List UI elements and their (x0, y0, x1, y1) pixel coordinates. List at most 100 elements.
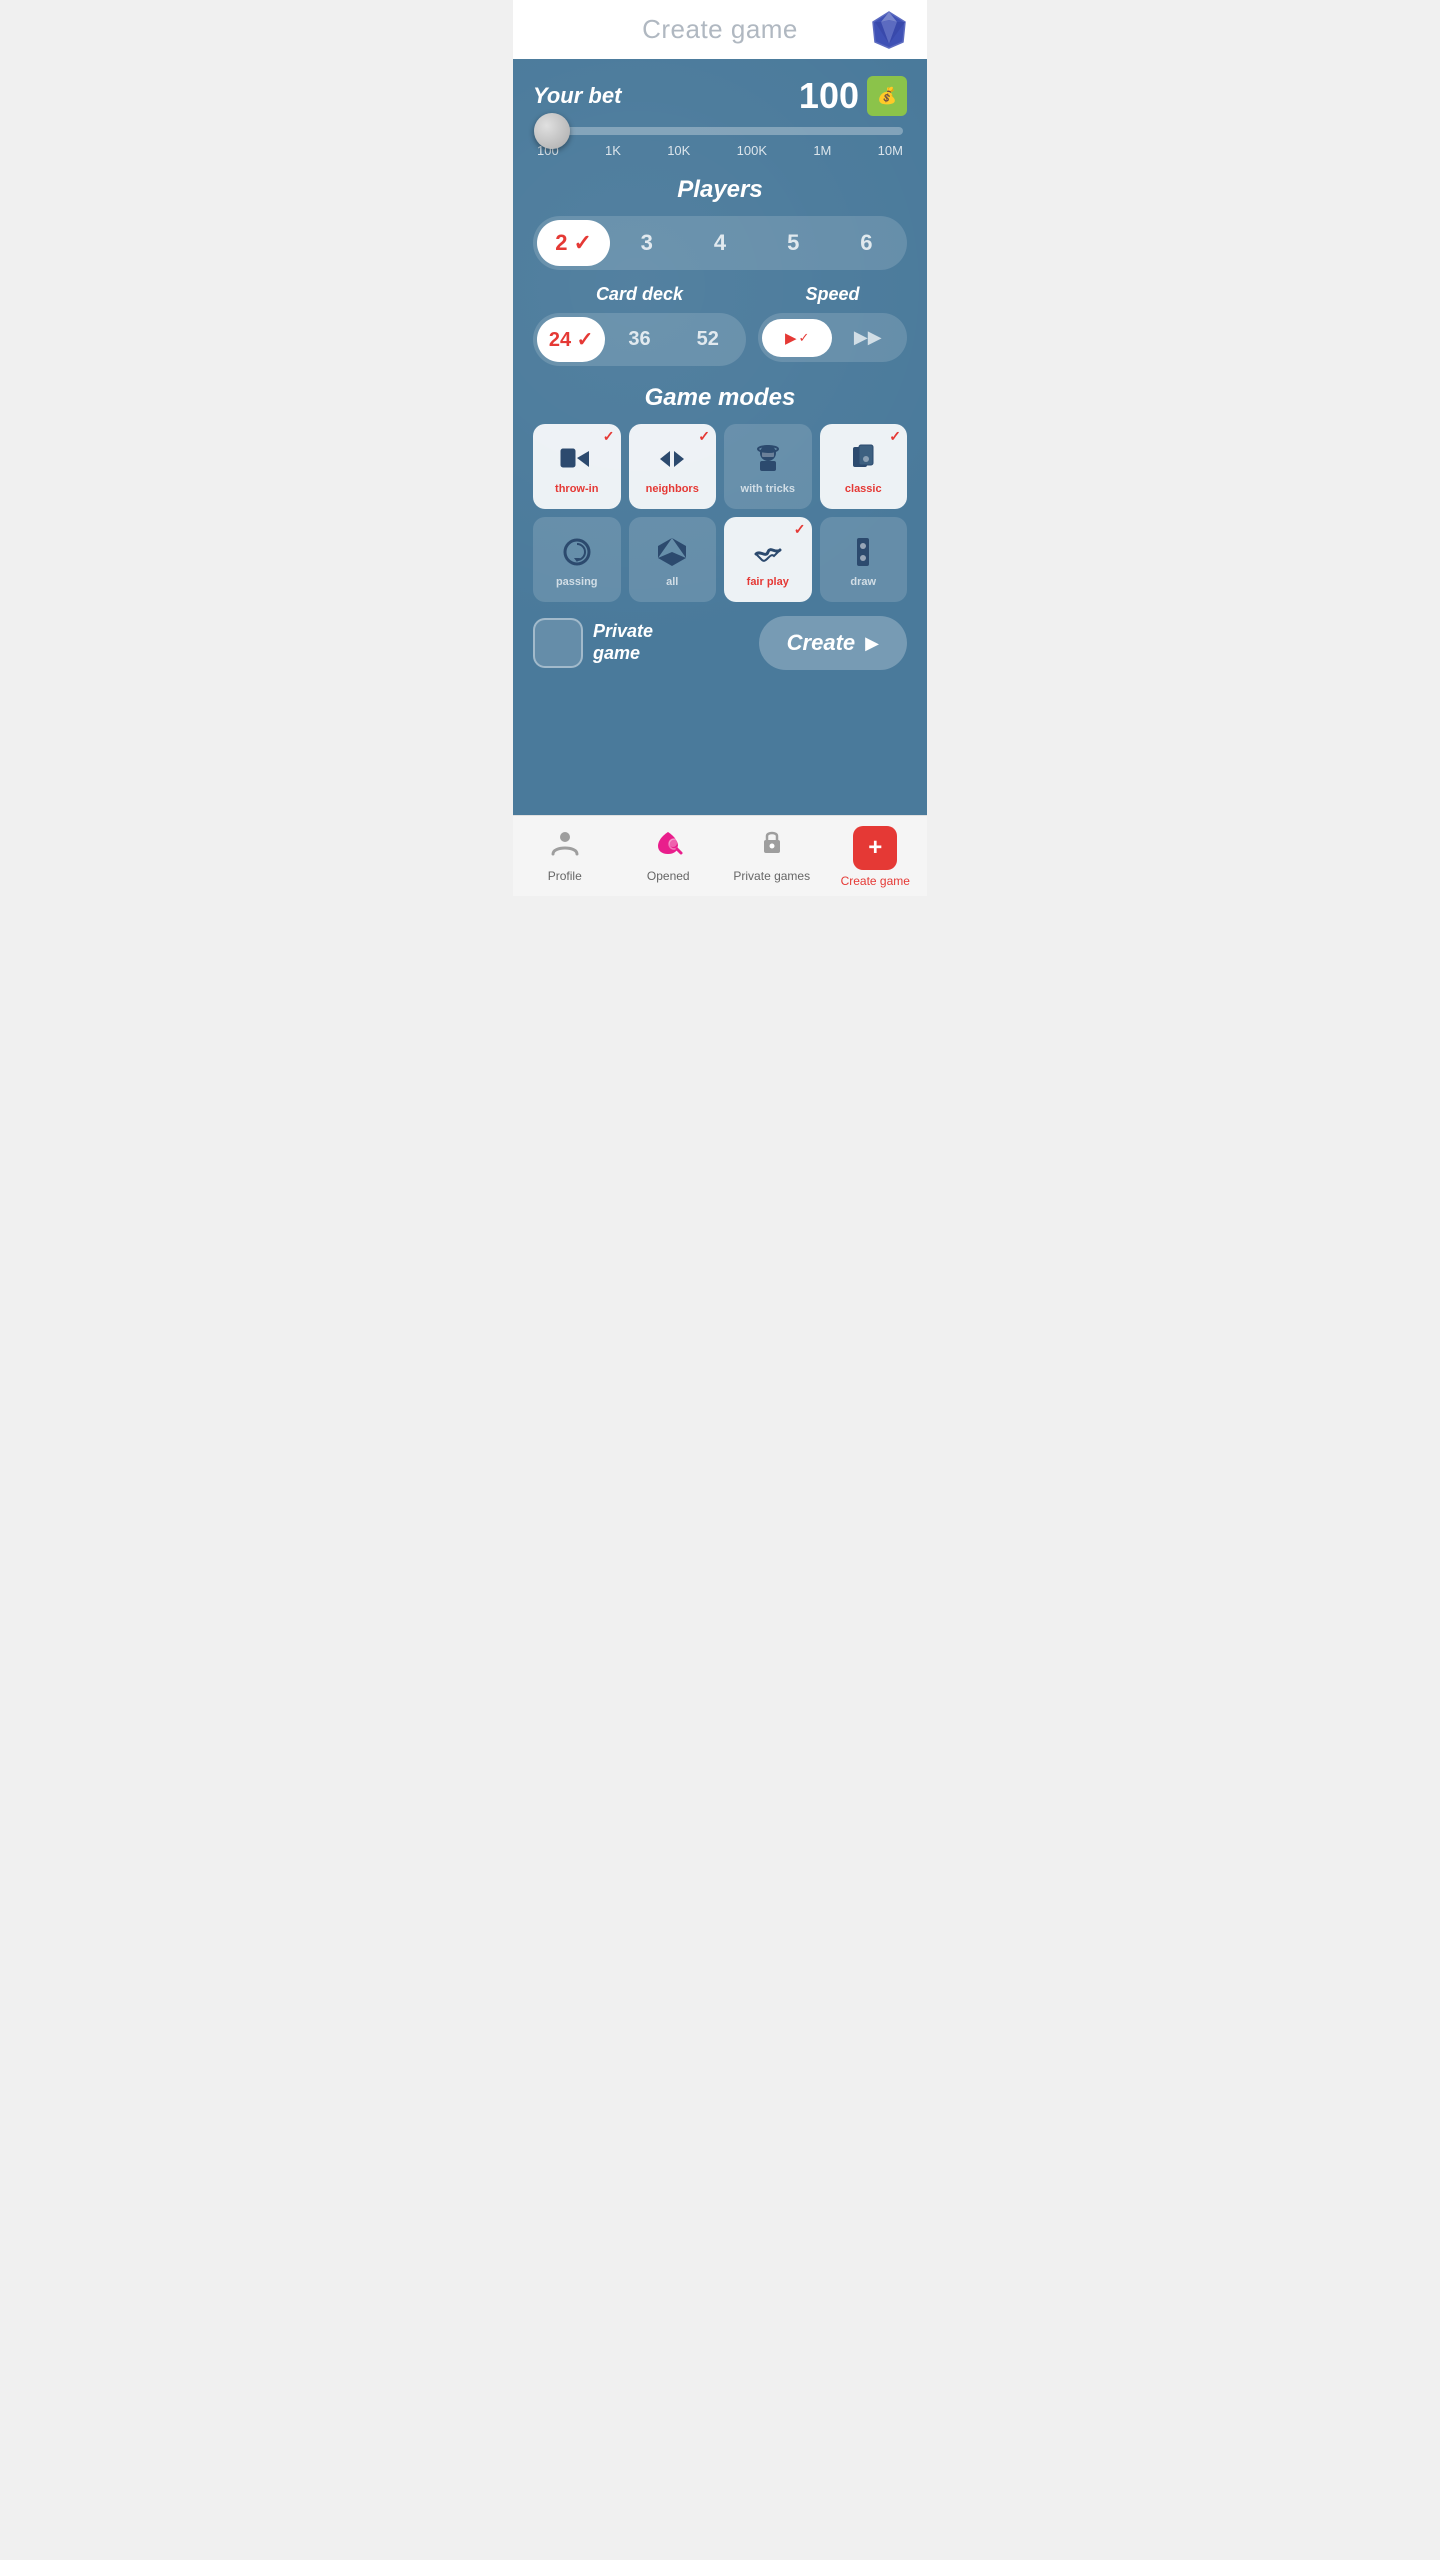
bet-value-container: 100 💰 (799, 75, 907, 117)
deck-speed-row: Card deck 24 ✓ 36 52 Speed (533, 284, 907, 366)
neighbors-label: neighbors (646, 483, 699, 495)
fair-play-icon (748, 532, 788, 572)
nav-profile[interactable]: Profile (513, 826, 617, 888)
app-container: Create game Your bet 100 💰 (513, 0, 927, 896)
mode-all[interactable]: all (629, 517, 717, 602)
private-game-checkbox[interactable] (533, 618, 583, 668)
page-title: Create game (642, 14, 798, 45)
opened-icon (652, 826, 684, 865)
deck-36-label: 36 (628, 328, 650, 350)
bet-slider-container[interactable]: 100 1K 10K 100K 1M 10M (533, 127, 907, 158)
profile-icon (549, 826, 581, 865)
throw-in-icon (557, 439, 597, 479)
slider-label-10k: 10K (667, 143, 690, 158)
passing-label: passing (556, 576, 598, 588)
player-6-label: 6 (860, 230, 872, 255)
player-option-5[interactable]: 5 (757, 220, 830, 266)
with-tricks-icon (748, 439, 788, 479)
classic-check: ✓ (889, 428, 901, 445)
private-game-label: Privategame (593, 621, 653, 664)
private-game-section: Privategame (533, 618, 653, 668)
fair-play-label: fair play (747, 576, 789, 588)
deck-option-24[interactable]: 24 ✓ (537, 317, 605, 362)
slider-labels: 100 1K 10K 100K 1M 10M (537, 143, 903, 158)
players-row: 2 ✓ 3 4 5 6 (533, 216, 907, 270)
player-3-label: 3 (641, 230, 653, 255)
throw-in-label: throw-in (555, 483, 598, 495)
speed-normal[interactable]: ▶ ✓ (762, 319, 833, 357)
bet-section: Your bet 100 💰 100 1K 10K 100K (533, 75, 907, 158)
player-option-2[interactable]: 2 ✓ (537, 220, 610, 266)
game-modes-title: Game modes (533, 384, 907, 412)
draw-icon (843, 532, 883, 572)
mode-fair-play[interactable]: ✓ fair play (724, 517, 812, 602)
coin-icon: 💰 (867, 76, 907, 116)
slider-label-100k: 100K (737, 143, 767, 158)
bet-value: 100 (799, 75, 859, 117)
bottom-actions: Privategame Create ▶ (533, 616, 907, 670)
slider-track[interactable] (537, 127, 903, 135)
player-2-label: 2 ✓ (555, 230, 592, 255)
player-option-6[interactable]: 6 (830, 220, 903, 266)
mode-classic[interactable]: ✓ classic (820, 424, 908, 509)
nav-opened-label: Opened (647, 869, 690, 883)
create-button-label: Create (787, 630, 855, 656)
classic-label: classic (845, 483, 882, 495)
create-game-badge: + (853, 826, 897, 870)
create-button-arrow: ▶ (865, 633, 879, 654)
nav-private-games[interactable]: Private games (720, 826, 824, 888)
speed-fast-icon: ▶▶ (854, 327, 882, 348)
main-content: Your bet 100 💰 100 1K 10K 100K (513, 59, 927, 815)
all-icon (652, 532, 692, 572)
neighbors-icon (652, 439, 692, 479)
nav-opened[interactable]: Opened (617, 826, 721, 888)
deck-section: Card deck 24 ✓ 36 52 (533, 284, 746, 366)
gem-icon (867, 8, 911, 52)
mode-throw-in[interactable]: ✓ throw-in (533, 424, 621, 509)
slider-label-1k: 1K (605, 143, 621, 158)
deck-52-label: 52 (697, 328, 719, 350)
bottom-nav: Profile Opened Private game (513, 815, 927, 896)
mode-neighbors[interactable]: ✓ neighbors (629, 424, 717, 509)
draw-label: draw (850, 576, 876, 588)
speed-section: Speed ▶ ✓ ▶▶ (758, 284, 907, 362)
bet-label: Your bet (533, 83, 621, 109)
classic-icon (843, 439, 883, 479)
bet-header: Your bet 100 💰 (533, 75, 907, 117)
deck-row: 24 ✓ 36 52 (533, 313, 746, 366)
speed-label: Speed (758, 284, 907, 305)
passing-icon (557, 532, 597, 572)
deck-option-36[interactable]: 36 (605, 318, 673, 361)
nav-private-games-label: Private games (733, 869, 810, 883)
opened-svg (652, 826, 684, 858)
game-modes-grid: ✓ throw-in ✓ neighbors (533, 424, 907, 602)
speed-fast[interactable]: ▶▶ (832, 317, 903, 358)
fair-play-check: ✓ (794, 521, 806, 538)
player-option-3[interactable]: 3 (610, 220, 683, 266)
nav-create-game[interactable]: + Create game (824, 826, 928, 888)
slider-label-10m: 10M (878, 143, 903, 158)
mode-with-tricks[interactable]: with tricks (724, 424, 812, 509)
throw-in-check: ✓ (603, 428, 615, 445)
speed-row: ▶ ✓ ▶▶ (758, 313, 907, 362)
player-option-4[interactable]: 4 (683, 220, 756, 266)
speed-normal-icon: ▶ (785, 329, 797, 347)
mode-draw[interactable]: draw (820, 517, 908, 602)
player-4-label: 4 (714, 230, 726, 255)
slider-thumb[interactable] (534, 113, 570, 149)
private-games-icon (756, 826, 788, 865)
speed-normal-check: ✓ (799, 330, 810, 346)
profile-svg (549, 826, 581, 858)
deck-24-label: 24 ✓ (549, 329, 594, 351)
player-5-label: 5 (787, 230, 799, 255)
create-game-icon: + (868, 834, 882, 862)
all-label: all (666, 576, 678, 588)
create-button[interactable]: Create ▶ (759, 616, 907, 670)
deck-option-52[interactable]: 52 (674, 318, 742, 361)
nav-profile-label: Profile (548, 869, 582, 883)
coin-symbol: 💰 (877, 86, 897, 106)
header: Create game (513, 0, 927, 59)
nav-create-game-label: Create game (841, 874, 910, 888)
mode-passing[interactable]: passing (533, 517, 621, 602)
neighbors-check: ✓ (698, 428, 710, 445)
